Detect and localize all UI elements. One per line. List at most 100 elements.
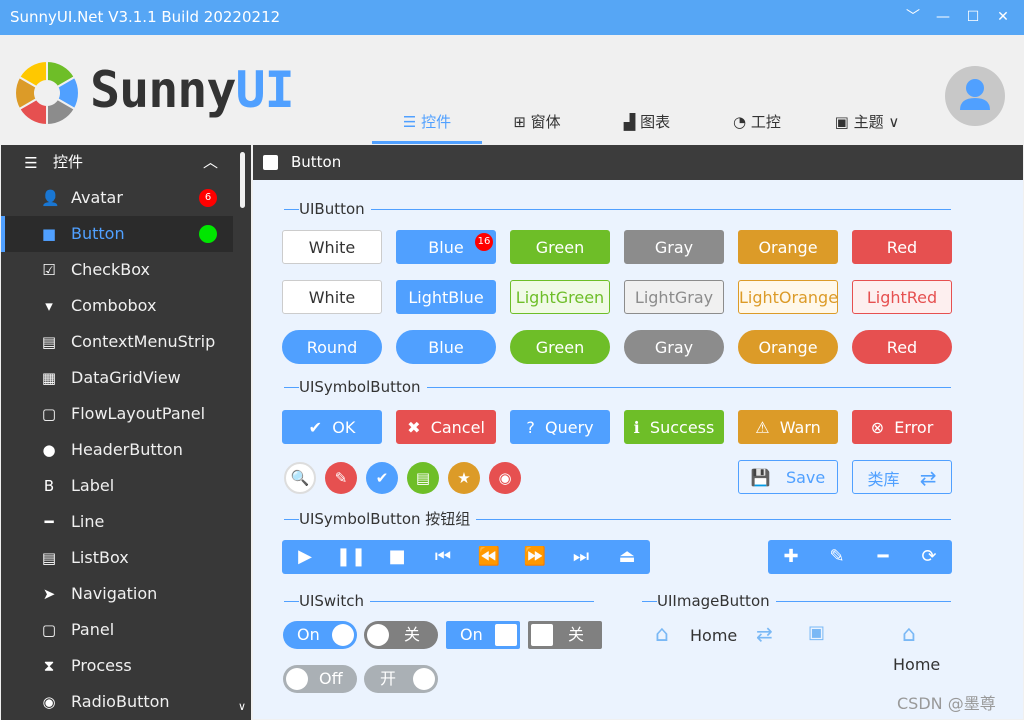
route-image-button[interactable]: ⇄	[756, 622, 773, 646]
star-button[interactable]: ★	[448, 462, 480, 494]
search-button[interactable]: 🔍	[284, 462, 316, 494]
save-button[interactable]: 💾 Save	[738, 460, 838, 494]
sidebar-item-label: DataGridView	[71, 368, 181, 387]
lightgray-button[interactable]: LightGray	[624, 280, 724, 314]
switch-s4[interactable]: 关	[528, 621, 602, 649]
save-image-button[interactable]: ▣	[808, 622, 825, 643]
green-button[interactable]: Green	[510, 330, 610, 364]
chevron-up-icon[interactable]: ︿	[203, 145, 218, 180]
sidebar-scrollbar[interactable]	[233, 145, 251, 720]
sidebar-item-contextmenustrip[interactable]: ▤ ContextMenuStrip	[1, 324, 233, 360]
forward-button[interactable]: ⏩	[512, 540, 558, 574]
home-image-button[interactable]: Home	[690, 626, 737, 645]
switch-knob	[495, 624, 517, 646]
sidebar-item-process[interactable]: ⧗ Process	[1, 648, 233, 684]
minimize-button[interactable]: —	[928, 0, 958, 35]
sidebar-item-combobox[interactable]: ▾ Combobox	[1, 288, 233, 324]
minus-button[interactable]: ━	[860, 540, 906, 574]
gray-button[interactable]: Gray	[624, 230, 724, 264]
plus-button[interactable]: ✚	[768, 540, 814, 574]
error-button[interactable]: ⊗ Error	[852, 410, 952, 444]
lightred-button[interactable]: LightRed	[852, 280, 952, 314]
blue-button[interactable]: Blue	[396, 330, 496, 364]
red-button[interactable]: Red	[852, 230, 952, 264]
sidebar-item-label: ContextMenuStrip	[71, 332, 216, 351]
sidebar-item-icon: ▤	[41, 549, 57, 567]
refresh-button[interactable]: ⟳	[906, 540, 952, 574]
tab-forms[interactable]: ⊞ 窗体	[482, 102, 592, 142]
bucket-button[interactable]: ◉	[489, 462, 521, 494]
sidebar-item-icon: ☑	[42, 261, 56, 279]
skip-start-button[interactable]: ⏮	[420, 540, 466, 574]
sidebar-item-radiobutton[interactable]: ◉ RadioButton	[1, 684, 233, 720]
lightorange-button[interactable]: LightOrange	[738, 280, 838, 314]
check-button[interactable]: ✔	[366, 462, 398, 494]
switch-knob	[413, 668, 435, 690]
maximize-button[interactable]: ☐	[958, 0, 988, 35]
edit-button[interactable]: ✎	[325, 462, 357, 494]
sidebar-item-datagridview[interactable]: ▦ DataGridView	[1, 360, 233, 396]
home-image-button-2[interactable]: Home	[893, 655, 940, 674]
sidebar-item-navigation[interactable]: ➤ Navigation	[1, 576, 233, 612]
sidebar-header[interactable]: ☰ 控件 ︿	[1, 145, 233, 180]
title-bar: SunnyUI.Net V3.1.1 Build 20220212	[0, 0, 1024, 35]
sidebar-item-icon: ●	[42, 441, 56, 459]
sidebar-item-panel[interactable]: ▢ Panel	[1, 612, 233, 648]
sidebar-item-icon: B	[43, 477, 55, 495]
gray-button[interactable]: Gray	[624, 330, 724, 364]
windows-icon: ⊞	[513, 113, 526, 131]
eject-button[interactable]: ⏏	[604, 540, 650, 574]
orange-button[interactable]: Orange	[738, 230, 838, 264]
cancel-button[interactable]: ✖ Cancel	[396, 410, 496, 444]
watermark: CSDN @墨尊	[897, 694, 996, 713]
red-button[interactable]: Red	[852, 330, 952, 364]
switch-s6[interactable]: 开	[364, 665, 438, 693]
close-button[interactable]: ✕	[988, 0, 1018, 35]
sidebar-item-line[interactable]: ━ Line	[1, 504, 233, 540]
rewind-button[interactable]: ⏪	[466, 540, 512, 574]
play-button[interactable]: ▶	[282, 540, 328, 574]
sidebar-item-avatar[interactable]: 👤 Avatar 6	[1, 180, 233, 216]
sidebar-item-button[interactable]: ■ Button	[1, 216, 233, 252]
round-button[interactable]: Round	[282, 330, 382, 364]
notification-badge: 6	[199, 189, 217, 207]
stop-button[interactable]: ■	[374, 540, 420, 574]
success-button[interactable]: ℹ Success	[624, 410, 724, 444]
warn-button[interactable]: ⚠ Warn	[738, 410, 838, 444]
sidebar-item-label[interactable]: B Label	[1, 468, 233, 504]
white-button[interactable]: White	[282, 230, 382, 264]
switch-knob	[286, 668, 308, 690]
sidebar-item-flowlayoutpanel[interactable]: ▢ FlowLayoutPanel	[1, 396, 233, 432]
switch-s2[interactable]: 关	[364, 621, 438, 649]
tab-industrial[interactable]: ◔ 工控	[702, 102, 812, 142]
id-card-button[interactable]: ▤	[407, 462, 439, 494]
query-button[interactable]: ? Query	[510, 410, 610, 444]
group-image: UIImageButton	[642, 591, 951, 611]
tab-theme[interactable]: ▣ 主题 ∨	[812, 102, 922, 142]
library-button[interactable]: 类库 ⇄	[852, 460, 952, 494]
sidebar-item-icon: ➤	[42, 585, 56, 603]
switch-s5[interactable]: Off	[283, 665, 357, 693]
tab-controls[interactable]: ☰ 控件	[372, 102, 482, 144]
dropdown-button[interactable]: ﹀	[898, 0, 928, 35]
pause-button[interactable]: ❚❚	[328, 540, 374, 574]
edit-button[interactable]: ✎	[814, 540, 860, 574]
sidebar-item-listbox[interactable]: ▤ ListBox	[1, 540, 233, 576]
scroll-down-icon[interactable]: ∨	[238, 700, 246, 713]
edit-icon: ✎	[334, 469, 348, 487]
sidebar-item-headerbutton[interactable]: ● HeaderButton	[1, 432, 233, 468]
skip-end-button[interactable]: ⏭	[558, 540, 604, 574]
scrollbar-thumb[interactable]	[240, 152, 245, 208]
tab-charts[interactable]: ▟ 图表	[592, 102, 702, 142]
lightgreen-button[interactable]: LightGreen	[510, 280, 610, 314]
lightblue-button[interactable]: LightBlue	[396, 280, 496, 314]
sidebar-item-checkbox[interactable]: ☑ CheckBox	[1, 252, 233, 288]
white-button[interactable]: White	[282, 280, 382, 314]
switch-s1[interactable]: On	[283, 621, 357, 649]
orange-button[interactable]: Orange	[738, 330, 838, 364]
switch-s3[interactable]: On	[446, 621, 520, 649]
avatar[interactable]	[945, 66, 1005, 126]
sidebar-item-label: CheckBox	[71, 260, 150, 279]
green-button[interactable]: Green	[510, 230, 610, 264]
ok-button[interactable]: ✔ OK	[282, 410, 382, 444]
